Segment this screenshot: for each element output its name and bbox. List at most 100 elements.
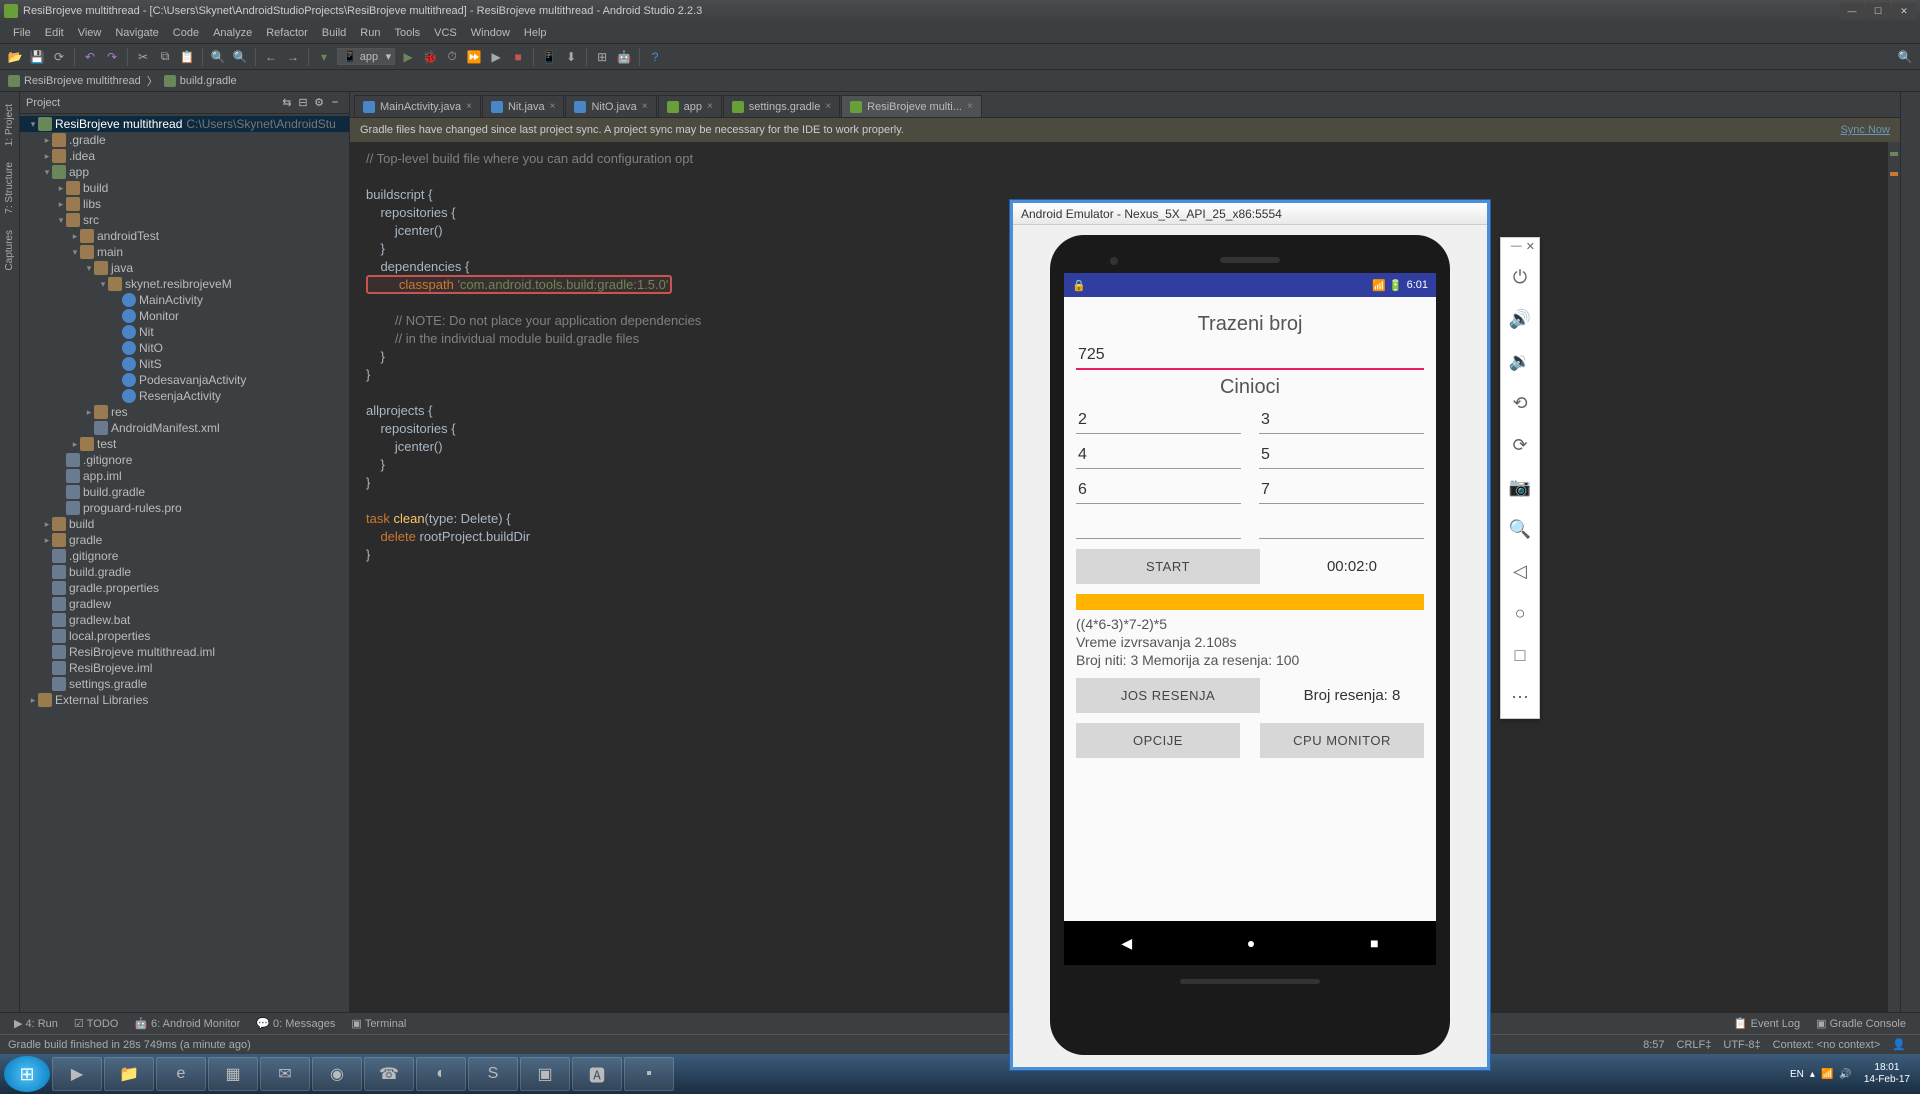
tree-node[interactable]: ▾ResiBrojeve multithread C:\Users\Skynet…: [20, 116, 349, 132]
more-solutions-button[interactable]: JOS RESENJA: [1076, 678, 1260, 713]
menu-help[interactable]: Help: [517, 27, 554, 39]
factor-1-input[interactable]: [1076, 407, 1241, 434]
rotate-right-icon[interactable]: ⟳: [1501, 424, 1539, 466]
editor-tab[interactable]: settings.gradle×: [723, 95, 840, 117]
collapse-all-icon[interactable]: ⊟: [295, 96, 311, 109]
menu-refactor[interactable]: Refactor: [259, 27, 315, 39]
tree-node[interactable]: MainActivity: [20, 292, 349, 308]
menu-vcs[interactable]: VCS: [427, 27, 464, 39]
tab-close-icon[interactable]: ×: [967, 101, 973, 112]
context-label[interactable]: Context: <no context>: [1767, 1039, 1887, 1051]
taskbar-viber[interactable]: ☎: [364, 1057, 414, 1091]
taskbar-app1[interactable]: ▣: [520, 1057, 570, 1091]
gradle-console-button[interactable]: ▣ Gradle Console: [1808, 1017, 1914, 1030]
tab-close-icon[interactable]: ×: [707, 101, 713, 112]
editor-tab[interactable]: MainActivity.java×: [354, 95, 481, 117]
run-icon[interactable]: ▶: [399, 48, 417, 66]
cut-icon[interactable]: ✂: [134, 48, 152, 66]
run-tool-button[interactable]: ▶ 4: Run: [6, 1017, 66, 1030]
tree-node[interactable]: ▾src: [20, 212, 349, 228]
tab-close-icon[interactable]: ×: [550, 101, 556, 112]
event-log-button[interactable]: 📋 Event Log: [1726, 1017, 1808, 1030]
android-monitor-button[interactable]: 🤖 6: Android Monitor: [126, 1017, 248, 1030]
avd-icon[interactable]: 📱: [540, 48, 558, 66]
coverage-icon[interactable]: ▶: [487, 48, 505, 66]
emu-home-icon[interactable]: ○: [1501, 592, 1539, 634]
start-button[interactable]: START: [1076, 549, 1260, 584]
tree-node[interactable]: ResiBrojeve multithread.iml: [20, 644, 349, 660]
factor-3-input[interactable]: [1076, 442, 1241, 469]
tree-node[interactable]: ▸androidTest: [20, 228, 349, 244]
phone-screen[interactable]: 🔒 📶 🔋 6:01 Trazeni broj Cinioci: [1064, 273, 1436, 965]
tree-node[interactable]: gradlew: [20, 596, 349, 612]
tree-node[interactable]: ▸.idea: [20, 148, 349, 164]
taskbar-media-player[interactable]: ▶: [52, 1057, 102, 1091]
file-encoding[interactable]: UTF-8‡: [1717, 1039, 1766, 1051]
taskbar-explorer[interactable]: 📁: [104, 1057, 154, 1091]
emulator-window[interactable]: Android Emulator - Nexus_5X_API_25_x86:5…: [1010, 200, 1490, 1070]
tree-node[interactable]: .gitignore: [20, 452, 349, 468]
taskbar-clock[interactable]: 18:01 14-Feb-17: [1858, 1062, 1916, 1086]
settings-icon[interactable]: ⚙: [311, 96, 327, 109]
profile-icon[interactable]: ⏱: [443, 48, 461, 66]
captures-tool-button[interactable]: Captures: [4, 230, 15, 271]
tree-node[interactable]: ▸res: [20, 404, 349, 420]
paste-icon[interactable]: 📋: [178, 48, 196, 66]
sdk-icon[interactable]: ⬇: [562, 48, 580, 66]
menu-window[interactable]: Window: [464, 27, 517, 39]
line-sep[interactable]: CRLF‡: [1671, 1039, 1718, 1051]
messages-tool-button[interactable]: 💬 0: Messages: [248, 1017, 343, 1030]
tree-node[interactable]: ▾app: [20, 164, 349, 180]
menu-edit[interactable]: Edit: [38, 27, 71, 39]
tree-node[interactable]: ▸.gradle: [20, 132, 349, 148]
tree-node[interactable]: ▾main: [20, 244, 349, 260]
power-icon[interactable]: ⏻: [1501, 256, 1539, 298]
taskbar-eclipse[interactable]: ◐: [416, 1057, 466, 1091]
tree-node[interactable]: proguard-rules.pro: [20, 500, 349, 516]
tree-node[interactable]: Nit: [20, 324, 349, 340]
start-button[interactable]: ⊞: [4, 1056, 50, 1092]
sync-icon[interactable]: ⟳: [50, 48, 68, 66]
copy-icon[interactable]: ⧉: [156, 48, 174, 66]
tree-node[interactable]: Monitor: [20, 308, 349, 324]
minimize-button[interactable]: —: [1840, 3, 1864, 19]
factor-7-input[interactable]: [1076, 512, 1241, 539]
more-icon[interactable]: ⋯: [1501, 676, 1539, 718]
tray-flag-icon[interactable]: ▴: [1810, 1069, 1815, 1080]
help-icon[interactable]: ?: [646, 48, 664, 66]
emu-overview-icon[interactable]: □: [1501, 634, 1539, 676]
target-number-input[interactable]: [1076, 342, 1424, 370]
tree-node[interactable]: NitO: [20, 340, 349, 356]
nav-recent-icon[interactable]: ■: [1370, 935, 1378, 951]
rotate-left-icon[interactable]: ⟲: [1501, 382, 1539, 424]
android-icon[interactable]: 🤖: [615, 48, 633, 66]
menu-tools[interactable]: Tools: [387, 27, 427, 39]
tree-node[interactable]: app.iml: [20, 468, 349, 484]
tree-node[interactable]: local.properties: [20, 628, 349, 644]
tree-node[interactable]: ResenjaActivity: [20, 388, 349, 404]
open-icon[interactable]: 📂: [6, 48, 24, 66]
tree-node[interactable]: ▸test: [20, 436, 349, 452]
nav-back-icon[interactable]: ◀: [1121, 935, 1132, 952]
search-everywhere-icon[interactable]: 🔍: [1896, 48, 1914, 66]
tree-node[interactable]: ▸libs: [20, 196, 349, 212]
replace-icon[interactable]: 🔍: [231, 48, 249, 66]
tab-close-icon[interactable]: ×: [642, 101, 648, 112]
maximize-button[interactable]: ☐: [1866, 3, 1890, 19]
tree-node[interactable]: ▸build: [20, 516, 349, 532]
inspections-icon[interactable]: 👤: [1886, 1038, 1912, 1051]
project-tool-button[interactable]: 1: Project: [4, 104, 15, 146]
menu-code[interactable]: Code: [166, 27, 206, 39]
nav-home-icon[interactable]: ●: [1247, 935, 1255, 951]
tray-network-icon[interactable]: 📶: [1821, 1069, 1833, 1080]
run-config-combo[interactable]: 📱 app: [337, 48, 395, 65]
sync-now-link[interactable]: Sync Now: [1840, 124, 1890, 136]
volume-down-icon[interactable]: 🔉: [1501, 340, 1539, 382]
taskbar-android-studio[interactable]: 🅰: [572, 1057, 622, 1091]
options-button[interactable]: OPCIJE: [1076, 723, 1240, 758]
editor-tab[interactable]: NitO.java×: [565, 95, 656, 117]
structure-icon[interactable]: ⊞: [593, 48, 611, 66]
tree-node[interactable]: ▸build: [20, 180, 349, 196]
tree-node[interactable]: AndroidManifest.xml: [20, 420, 349, 436]
stop-icon[interactable]: ■: [509, 48, 527, 66]
